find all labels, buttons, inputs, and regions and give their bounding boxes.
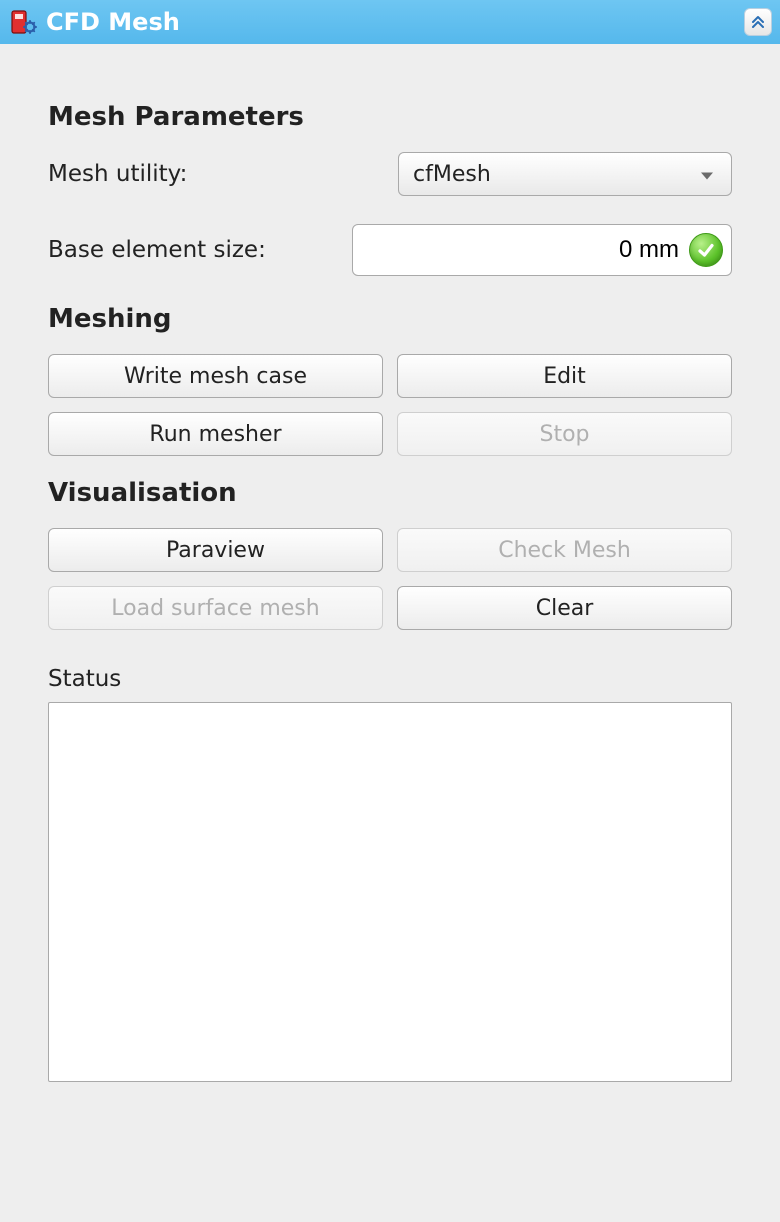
label-base-element-size: Base element size: [48, 237, 352, 263]
write-mesh-case-button[interactable]: Write mesh case [48, 354, 383, 398]
heading-visualisation: Visualisation [48, 478, 732, 508]
section-visualisation: Visualisation Paraview Check Mesh Load s… [48, 478, 732, 630]
mesh-utility-value: cfMesh [413, 162, 491, 187]
app-icon [8, 7, 38, 37]
paraview-button[interactable]: Paraview [48, 528, 383, 572]
mesh-utility-select[interactable]: cfMesh [398, 152, 732, 196]
chevrons-up-icon [750, 14, 766, 30]
valid-check-icon [689, 233, 723, 267]
run-mesher-button[interactable]: Run mesher [48, 412, 383, 456]
load-surface-mesh-button: Load surface mesh [48, 586, 383, 630]
titlebar: CFD Mesh [0, 0, 780, 44]
label-mesh-utility: Mesh utility: [48, 161, 398, 187]
heading-meshing: Meshing [48, 304, 732, 334]
status-output[interactable] [48, 702, 732, 1082]
stop-button: Stop [397, 412, 732, 456]
base-element-size-field-wrap [352, 224, 732, 276]
check-mesh-button: Check Mesh [397, 528, 732, 572]
edit-button[interactable]: Edit [397, 354, 732, 398]
section-meshing: Meshing Write mesh case Edit Run mesher … [48, 304, 732, 456]
collapse-button[interactable] [744, 8, 772, 36]
base-element-size-input[interactable] [367, 235, 689, 265]
clear-button[interactable]: Clear [397, 586, 732, 630]
panel-content: Mesh Parameters Mesh utility: cfMesh Bas… [0, 44, 780, 1106]
window-title: CFD Mesh [46, 8, 180, 36]
section-mesh-parameters: Mesh Parameters Mesh utility: cfMesh Bas… [48, 102, 732, 276]
label-status: Status [48, 666, 732, 692]
chevron-down-icon [699, 162, 715, 187]
heading-mesh-parameters: Mesh Parameters [48, 102, 732, 132]
